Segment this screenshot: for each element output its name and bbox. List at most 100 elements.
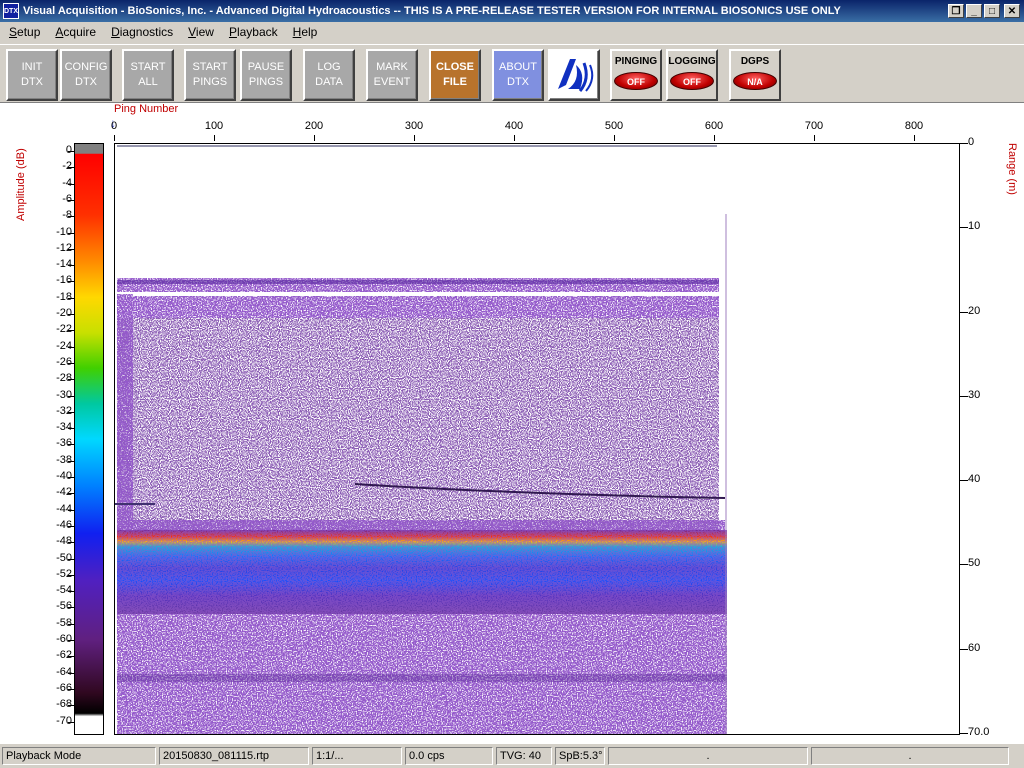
color-scale-tick-mark [68,151,74,152]
color-scale-tick-mark [68,281,74,283]
color-scale-tick-label: -32 [56,404,72,417]
y-tick-label: 20 [968,304,981,317]
maximize-button[interactable]: □ [984,4,1000,18]
menu-help[interactable]: Help [284,25,324,39]
pinging-state: OFF [614,72,658,90]
color-scale-tick-mark [68,509,74,511]
window-title: Visual Acquisition - BioSonics, Inc. - A… [23,5,841,17]
color-scale-tick-label: -70 [56,714,72,727]
button-line: ABOUT [499,61,537,73]
status-ratio: 1:1/... [312,747,402,765]
y-tick-label: 70.0 [968,726,990,738]
color-scale-tick-label: -56 [56,600,72,613]
x-tick-label: 200 [304,120,324,132]
init-dtx-button[interactable]: INIT DTX [6,49,58,101]
color-scale-tick-mark [68,362,74,364]
x-tick-mark [514,135,515,141]
button-line: CLOSE [436,61,474,73]
start-pings-button[interactable]: START PINGS [184,49,236,101]
mark-event-button[interactable]: MARK EVENT [366,49,418,101]
echogram-plot[interactable] [114,143,960,735]
color-scale-tick-mark [68,477,74,478]
title-bar: DTX Visual Acquisition - BioSonics, Inc.… [0,0,1024,22]
app-icon: DTX [3,3,19,19]
button-line: FILE [443,76,467,88]
button-line: PINGS [192,76,228,88]
status-tvg: TVG: 40 [496,747,552,765]
color-scale-tick-label: -18 [56,290,72,303]
logging-indicator: LOGGING OFF [666,49,718,101]
biosonics-logo-button[interactable] [548,49,600,101]
menu-view[interactable]: View [179,25,220,39]
pause-pings-button[interactable]: PAUSE PINGS [240,49,292,101]
color-scale-tick-label: 0 [65,144,72,156]
status-bar: Playback Mode 20150830_081115.rtp 1:1/..… [0,744,1024,768]
color-scale-tick-mark [68,525,74,527]
logging-label: LOGGING [668,56,716,67]
color-scale-tick-mark [68,623,74,625]
y-tick-mark [960,480,968,482]
button-line: MARK [376,61,408,73]
toolbar: INIT DTX CONFIG DTX START ALL START PINGS PA… [0,44,1024,102]
color-scale-tick-label: -38 [56,453,72,466]
color-scale-tick-mark [68,688,74,690]
menu-setup[interactable]: Setup [0,25,46,39]
echogram-panel: Ping Number ↓ Amplitude (dB) Range (m) 0… [0,102,1024,744]
config-dtx-button[interactable]: CONFIG DTX [60,49,112,101]
status-field-7: . [608,747,808,765]
y-tick-label: 30 [968,388,981,401]
x-tick-mark [914,135,915,141]
color-scale-tick-mark [68,395,74,397]
x-tick-mark [614,135,615,141]
color-scale-tick-mark [68,672,74,674]
color-scale-tick-mark [68,460,74,462]
color-scale-tick-label: -26 [56,355,72,368]
y-tick-mark [960,733,968,734]
button-line: ALL [138,76,158,88]
menu-diagnostics[interactable]: Diagnostics [102,25,179,39]
minimize-button[interactable]: _ [966,4,982,18]
status-cps: 0.0 cps [405,747,493,765]
color-scale-tick-mark [68,411,74,413]
echogram-image [115,145,727,734]
color-scale-tick-label: -24 [56,339,72,352]
amplitude-color-scale [74,143,104,735]
color-scale-tick-label: -58 [56,616,72,629]
button-line: LOG [317,61,341,73]
pinging-label: PINGING [614,56,658,67]
color-scale-tick-mark [68,379,74,381]
color-scale-tick-mark [68,705,74,707]
close-button[interactable]: ✕ [1004,4,1020,18]
y-tick-label: 40 [968,473,981,486]
button-line: PAUSE [247,61,285,73]
menu-playback[interactable]: Playback [220,25,284,39]
dgps-indicator: DGPS N/A [729,49,781,101]
close-file-button[interactable]: CLOSE FILE [429,49,481,101]
ping-number-label: Ping Number [114,103,179,115]
x-tick-label: 600 [704,120,724,132]
color-scale-tick-mark [68,542,74,544]
color-scale-tick-label: -52 [56,567,72,580]
color-scale-tick-label: -68 [56,698,72,711]
amplitude-axis-label: Amplitude (dB) [15,148,27,221]
button-line: DTX [75,76,97,88]
color-scale-tick-mark [68,493,74,495]
menu-acquire[interactable]: Acquire [46,25,102,39]
x-tick-label: 300 [404,120,424,132]
color-scale-tick-label: -20 [56,307,72,319]
start-all-button[interactable]: START ALL [122,49,174,101]
color-scale-tick-mark [68,656,74,658]
about-dtx-button[interactable]: ABOUT DTX [492,49,544,101]
color-scale-tick-mark [68,314,74,315]
color-scale-tick-mark [68,232,74,234]
color-scale-tick-label: -40 [56,470,72,482]
log-data-button[interactable]: LOG DATA [303,49,355,101]
y-tick-mark [960,564,968,566]
color-scale-tick-mark [68,607,74,609]
restore-window-icon[interactable]: ❐ [948,4,964,18]
x-tick-mark [114,135,115,141]
color-scale-tick-label: -64 [56,665,72,678]
status-field-8: . [811,747,1009,765]
pinging-indicator: PINGING OFF [610,49,662,101]
color-scale-tick-label: -6 [62,192,72,205]
